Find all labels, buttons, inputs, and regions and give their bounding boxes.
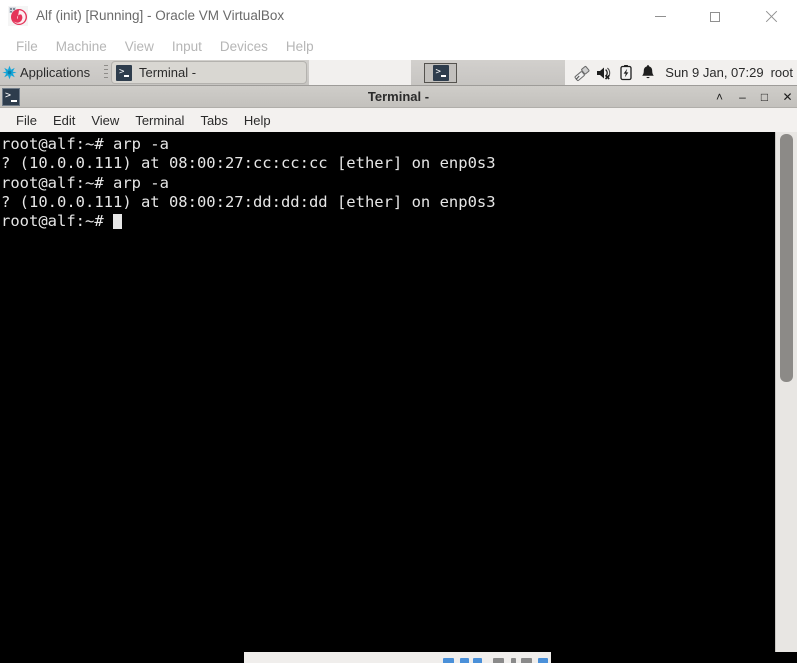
- task-button-terminal-label: Terminal -: [139, 65, 197, 80]
- task-button-terminal[interactable]: > Terminal -: [111, 61, 307, 84]
- vbox-menu-devices[interactable]: Devices: [211, 37, 277, 56]
- close-icon: [765, 11, 777, 23]
- xfce-top-panel: Applications > Terminal - > Sun 9 Jan, 0…: [0, 60, 797, 86]
- terminal-maximize-button[interactable]: □: [753, 86, 776, 108]
- terminal-scrollbar-thumb[interactable]: [780, 134, 793, 382]
- status-floppy-icon: [473, 658, 482, 663]
- applications-menu-button[interactable]: Applications: [0, 60, 93, 85]
- virtualbox-menubar: File Machine View Input Devices Help: [0, 33, 797, 60]
- terminal-scrollbar[interactable]: [775, 132, 797, 652]
- terminal-close-button[interactable]: ✕: [776, 86, 797, 108]
- statusbar-left-mask: [0, 652, 244, 663]
- virtualbox-title-text: Alf (init) [Running] - Oracle VM Virtual…: [36, 8, 285, 23]
- term-menu-terminal[interactable]: Terminal: [127, 111, 192, 130]
- panel-clock[interactable]: Sun 9 Jan, 07:29: [665, 65, 763, 80]
- status-shared-folders-icon: [521, 658, 532, 663]
- status-harddisk-icon: [443, 658, 454, 663]
- window-tasklist: > Terminal -: [111, 60, 411, 85]
- status-cd-icon: [460, 658, 469, 663]
- usb-device-icon[interactable]: [571, 62, 593, 84]
- panel-drag-handle-icon[interactable]: [104, 65, 108, 80]
- virtualbox-minimize-button[interactable]: [637, 0, 683, 33]
- maximize-icon: [710, 11, 720, 22]
- status-usb-icon: [511, 658, 516, 663]
- terminal-prompt-line: root@alf:~#: [1, 212, 773, 231]
- virtualbox-titlebar: Alf (init) [Running] - Oracle VM Virtual…: [0, 0, 797, 33]
- panel-username[interactable]: root: [771, 65, 793, 80]
- guest-screen: Applications > Terminal - > Sun 9 Jan, 0…: [0, 60, 797, 652]
- terminal-cursor: [112, 214, 123, 230]
- term-menu-edit[interactable]: Edit: [45, 111, 83, 130]
- term-menu-view[interactable]: View: [83, 111, 127, 130]
- terminal-shade-button[interactable]: ˄: [708, 86, 731, 108]
- terminal-titlebar: > Terminal - ˄ – □ ✕: [0, 86, 797, 108]
- tasklist-empty-area: [309, 60, 411, 85]
- terminal-line: root@alf:~# arp -a: [1, 135, 169, 153]
- vbox-menu-input[interactable]: Input: [163, 37, 211, 56]
- status-network-icon: [493, 658, 504, 663]
- virtualbox-window: Alf (init) [Running] - Oracle VM Virtual…: [0, 0, 797, 663]
- battery-icon[interactable]: [615, 62, 637, 84]
- xfce-mouse-star-icon: [2, 65, 17, 80]
- notification-bell-icon[interactable]: [637, 62, 659, 84]
- vbox-menu-view[interactable]: View: [116, 37, 163, 56]
- terminal-line: ? (10.0.0.111) at 08:00:27:dd:dd:dd [eth…: [1, 192, 496, 211]
- volume-muted-icon[interactable]: [593, 62, 615, 84]
- terminal-icon: >: [116, 64, 132, 81]
- vbox-menu-help[interactable]: Help: [277, 37, 323, 56]
- virtualbox-close-button[interactable]: [748, 0, 794, 33]
- terminal-line: ? (10.0.0.111) at 08:00:27:cc:cc:cc [eth…: [1, 154, 496, 173]
- virtualbox-logo-icon: [8, 6, 28, 26]
- terminal-minimize-button[interactable]: –: [731, 86, 754, 108]
- term-menu-help[interactable]: Help: [236, 111, 279, 130]
- term-menu-file[interactable]: File: [8, 111, 45, 130]
- virtualbox-statusbar: [0, 652, 797, 663]
- vbox-menu-file[interactable]: File: [7, 37, 47, 56]
- terminal-title-text: Terminal -: [367, 89, 430, 104]
- applications-menu-label: Applications: [20, 65, 91, 80]
- virtualbox-maximize-button[interactable]: [692, 0, 738, 33]
- workspace-pager[interactable]: >: [424, 63, 457, 83]
- terminal-icon: >: [432, 65, 449, 81]
- status-display-icon: [538, 658, 548, 663]
- terminal-output-area[interactable]: root@alf:~# arp -a? (10.0.0.111) at 08:0…: [0, 132, 797, 652]
- term-menu-tabs[interactable]: Tabs: [192, 111, 235, 130]
- statusbar-right-mask: [551, 652, 797, 663]
- vbox-menu-machine[interactable]: Machine: [47, 37, 116, 56]
- terminal-text: root@alf:~# arp -a? (10.0.0.111) at 08:0…: [1, 135, 773, 231]
- terminal-line: root@alf:~# arp -a: [1, 173, 169, 192]
- system-tray: Sun 9 Jan, 07:29 root: [565, 60, 797, 85]
- terminal-window: > Terminal - ˄ – □ ✕ File Edit View Term…: [0, 86, 797, 652]
- terminal-menubar: File Edit View Terminal Tabs Help: [0, 108, 797, 132]
- minimize-icon: [654, 16, 666, 17]
